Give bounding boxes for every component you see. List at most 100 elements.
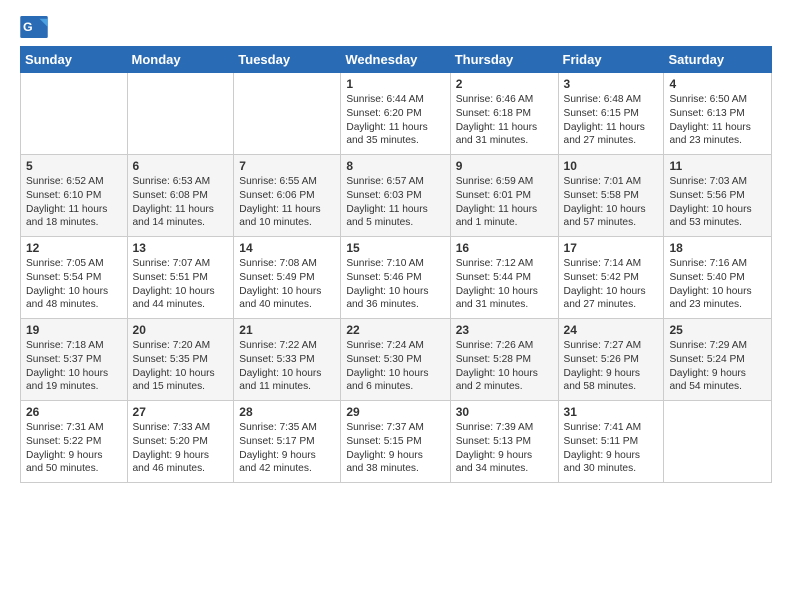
day-info: Sunrise: 7:12 AM Sunset: 5:44 PM Dayligh… [456, 258, 538, 310]
day-info: Sunrise: 7:18 AM Sunset: 5:37 PM Dayligh… [26, 340, 108, 392]
day-info: Sunrise: 7:07 AM Sunset: 5:51 PM Dayligh… [133, 258, 215, 310]
day-number: 4 [669, 77, 766, 91]
calendar-day-cell: 9 Sunrise: 6:59 AM Sunset: 6:01 PM Daylig… [450, 155, 558, 237]
calendar-day-cell [127, 73, 234, 155]
day-number: 12 [26, 241, 122, 255]
day-info: Sunrise: 7:41 AM Sunset: 5:11 PM Dayligh… [564, 422, 642, 474]
calendar-day-cell: 28Sunrise: 7:35 AM Sunset: 5:17 PM Dayli… [234, 401, 341, 483]
calendar-day-cell: 11 Sunrise: 7:03 AM Sunset: 5:56 PM Dayli… [664, 155, 772, 237]
day-info: Sunrise: 7:29 AM Sunset: 5:24 PM Dayligh… [669, 340, 747, 392]
day-info: Sunrise: 7:27 AM Sunset: 5:26 PM Dayligh… [564, 340, 642, 392]
calendar-week-row: 1 Sunrise: 6:44 AM Sunset: 6:20 PM Daylig… [21, 73, 772, 155]
day-number: 2 [456, 77, 553, 91]
calendar-header-row: SundayMondayTuesdayWednesdayThursdayFrid… [21, 47, 772, 73]
weekday-header: Thursday [450, 47, 558, 73]
day-number: 3 [564, 77, 659, 91]
calendar-day-cell: 7 Sunrise: 6:55 AM Sunset: 6:06 PM Daylig… [234, 155, 341, 237]
calendar-day-cell: 18 Sunrise: 7:16 AM Sunset: 5:40 PM Dayli… [664, 237, 772, 319]
calendar-day-cell: 25 Sunrise: 7:29 AM Sunset: 5:24 PM Dayli… [664, 319, 772, 401]
calendar-day-cell: 23Sunrise: 7:26 AM Sunset: 5:28 PM Dayli… [450, 319, 558, 401]
calendar-day-cell: 1 Sunrise: 6:44 AM Sunset: 6:20 PM Daylig… [341, 73, 450, 155]
weekday-header: Wednesday [341, 47, 450, 73]
day-info: Sunrise: 7:37 AM Sunset: 5:15 PM Dayligh… [346, 422, 424, 474]
calendar-day-cell: 4 Sunrise: 6:50 AM Sunset: 6:13 PM Daylig… [664, 73, 772, 155]
day-number: 30 [456, 405, 553, 419]
calendar-day-cell: 29 Sunrise: 7:37 AM Sunset: 5:15 PM Dayli… [341, 401, 450, 483]
weekday-header: Saturday [664, 47, 772, 73]
weekday-header: Sunday [21, 47, 128, 73]
day-number: 7 [239, 159, 335, 173]
calendar-day-cell: 20Sunrise: 7:20 AM Sunset: 5:35 PM Dayli… [127, 319, 234, 401]
day-number: 17 [564, 241, 659, 255]
day-info: Sunrise: 6:57 AM Sunset: 6:03 PM Dayligh… [346, 176, 427, 228]
day-info: Sunrise: 6:55 AM Sunset: 6:06 PM Dayligh… [239, 176, 320, 228]
day-info: Sunrise: 6:50 AM Sunset: 6:13 PM Dayligh… [669, 94, 750, 146]
day-number: 15 [346, 241, 444, 255]
calendar-day-cell: 6Sunrise: 6:53 AM Sunset: 6:08 PM Daylig… [127, 155, 234, 237]
calendar-day-cell [234, 73, 341, 155]
day-info: Sunrise: 6:46 AM Sunset: 6:18 PM Dayligh… [456, 94, 537, 146]
calendar-day-cell: 8 Sunrise: 6:57 AM Sunset: 6:03 PM Daylig… [341, 155, 450, 237]
calendar-week-row: 26Sunrise: 7:31 AM Sunset: 5:22 PM Dayli… [21, 401, 772, 483]
calendar-day-cell: 10Sunrise: 7:01 AM Sunset: 5:58 PM Dayli… [558, 155, 664, 237]
day-number: 11 [669, 159, 766, 173]
calendar-day-cell: 3Sunrise: 6:48 AM Sunset: 6:15 PM Daylig… [558, 73, 664, 155]
calendar-week-row: 19 Sunrise: 7:18 AM Sunset: 5:37 PM Dayli… [21, 319, 772, 401]
day-number: 28 [239, 405, 335, 419]
calendar-day-cell: 31 Sunrise: 7:41 AM Sunset: 5:11 PM Dayli… [558, 401, 664, 483]
day-number: 27 [133, 405, 229, 419]
day-number: 18 [669, 241, 766, 255]
day-info: Sunrise: 7:20 AM Sunset: 5:35 PM Dayligh… [133, 340, 215, 392]
day-info: Sunrise: 6:59 AM Sunset: 6:01 PM Dayligh… [456, 176, 537, 228]
day-info: Sunrise: 6:52 AM Sunset: 6:10 PM Dayligh… [26, 176, 107, 228]
day-info: Sunrise: 7:08 AM Sunset: 5:49 PM Dayligh… [239, 258, 321, 310]
calendar-week-row: 5Sunrise: 6:52 AM Sunset: 6:10 PM Daylig… [21, 155, 772, 237]
day-info: Sunrise: 7:39 AM Sunset: 5:13 PM Dayligh… [456, 422, 534, 474]
day-info: Sunrise: 6:44 AM Sunset: 6:20 PM Dayligh… [346, 94, 427, 146]
day-number: 29 [346, 405, 444, 419]
day-info: Sunrise: 7:10 AM Sunset: 5:46 PM Dayligh… [346, 258, 428, 310]
svg-text:G: G [23, 20, 33, 34]
day-info: Sunrise: 7:14 AM Sunset: 5:42 PM Dayligh… [564, 258, 646, 310]
day-number: 10 [564, 159, 659, 173]
day-number: 19 [26, 323, 122, 337]
calendar-day-cell: 13 Sunrise: 7:07 AM Sunset: 5:51 PM Dayli… [127, 237, 234, 319]
calendar-day-cell: 17 Sunrise: 7:14 AM Sunset: 5:42 PM Dayli… [558, 237, 664, 319]
calendar-day-cell: 19 Sunrise: 7:18 AM Sunset: 5:37 PM Dayli… [21, 319, 128, 401]
day-info: Sunrise: 7:03 AM Sunset: 5:56 PM Dayligh… [669, 176, 751, 228]
day-number: 8 [346, 159, 444, 173]
calendar-day-cell: 26Sunrise: 7:31 AM Sunset: 5:22 PM Dayli… [21, 401, 128, 483]
calendar-day-cell: 16Sunrise: 7:12 AM Sunset: 5:44 PM Dayli… [450, 237, 558, 319]
day-number: 6 [133, 159, 229, 173]
calendar-day-cell: 30 Sunrise: 7:39 AM Sunset: 5:13 PM Dayli… [450, 401, 558, 483]
logo-icon: G [20, 16, 48, 38]
day-number: 1 [346, 77, 444, 91]
header: G [20, 16, 772, 38]
day-number: 9 [456, 159, 553, 173]
weekday-header: Friday [558, 47, 664, 73]
day-info: Sunrise: 7:24 AM Sunset: 5:30 PM Dayligh… [346, 340, 428, 392]
day-number: 21 [239, 323, 335, 337]
calendar-day-cell: 14 Sunrise: 7:08 AM Sunset: 5:49 PM Dayli… [234, 237, 341, 319]
calendar-table: SundayMondayTuesdayWednesdayThursdayFrid… [20, 46, 772, 483]
calendar-day-cell: 21 Sunrise: 7:22 AM Sunset: 5:33 PM Dayli… [234, 319, 341, 401]
calendar-day-cell: 24 Sunrise: 7:27 AM Sunset: 5:26 PM Dayli… [558, 319, 664, 401]
logo: G [20, 16, 50, 38]
day-number: 22 [346, 323, 444, 337]
weekday-header: Monday [127, 47, 234, 73]
calendar-day-cell: 5Sunrise: 6:52 AM Sunset: 6:10 PM Daylig… [21, 155, 128, 237]
day-number: 31 [564, 405, 659, 419]
day-number: 23 [456, 323, 553, 337]
day-info: Sunrise: 7:22 AM Sunset: 5:33 PM Dayligh… [239, 340, 321, 392]
day-number: 14 [239, 241, 335, 255]
day-info: Sunrise: 7:16 AM Sunset: 5:40 PM Dayligh… [669, 258, 751, 310]
day-number: 24 [564, 323, 659, 337]
calendar-day-cell [664, 401, 772, 483]
calendar-day-cell [21, 73, 128, 155]
calendar-day-cell: 27Sunrise: 7:33 AM Sunset: 5:20 PM Dayli… [127, 401, 234, 483]
day-number: 13 [133, 241, 229, 255]
calendar-day-cell: 2 Sunrise: 6:46 AM Sunset: 6:18 PM Daylig… [450, 73, 558, 155]
calendar-day-cell: 22 Sunrise: 7:24 AM Sunset: 5:30 PM Dayli… [341, 319, 450, 401]
day-number: 25 [669, 323, 766, 337]
weekday-header: Tuesday [234, 47, 341, 73]
